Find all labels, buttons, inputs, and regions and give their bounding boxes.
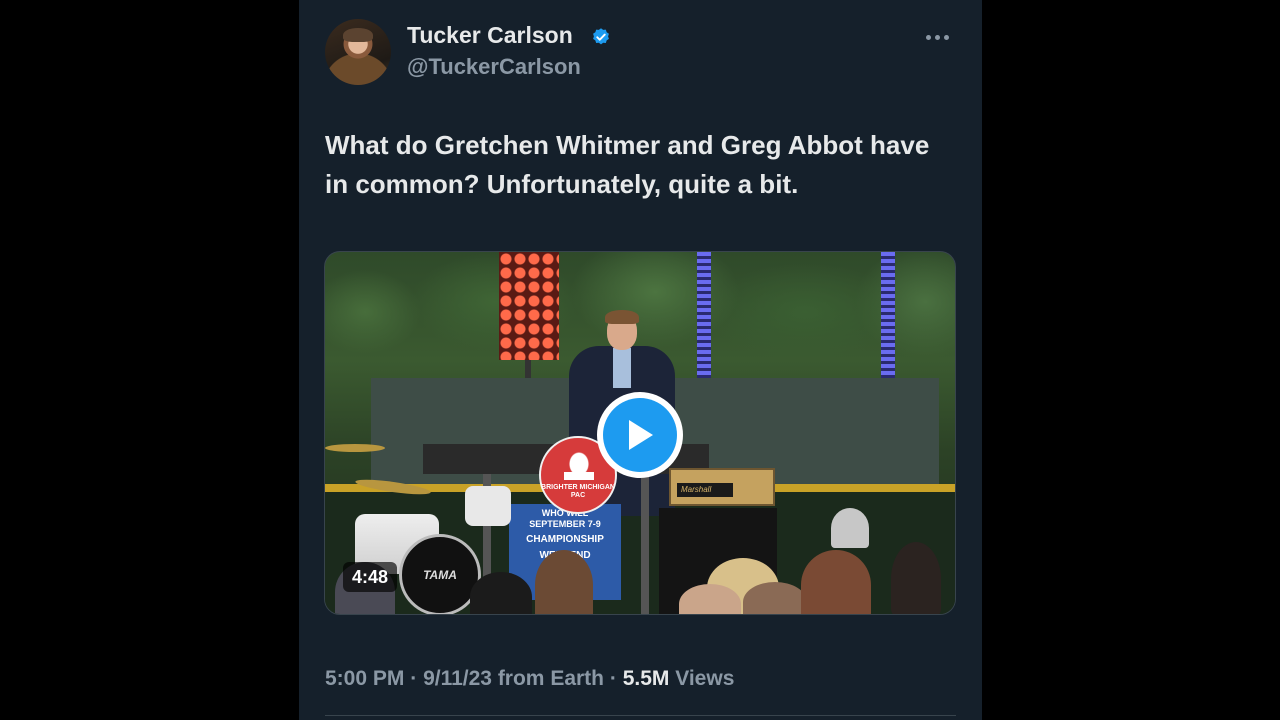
tweet-source: from Earth — [497, 667, 604, 690]
views-label: Views — [675, 667, 735, 690]
author-display-name[interactable]: Tucker Carlson — [407, 22, 573, 49]
sign-line: SEPTEMBER 7-9 — [529, 519, 601, 529]
video-scene-tom-drum — [465, 486, 511, 526]
video-player[interactable]: WHO WILL SEPTEMBER 7-9 CHAMPIONSHIP WEEK… — [324, 251, 956, 615]
avatar-hair — [343, 28, 373, 42]
tweet-date[interactable]: 9/11/23 — [423, 667, 492, 690]
tweet-metadata: 5:00 PM · 9/11/23 from Earth · 5.5M View… — [325, 667, 734, 691]
video-scene-crowd — [325, 508, 955, 614]
divider — [325, 715, 956, 716]
tweet-time[interactable]: 5:00 PM — [325, 667, 404, 690]
tweet-text: What do Gretchen Whitmer and Greg Abbot … — [325, 130, 930, 199]
pac-logo-text: BRIGHTER MICHIGAN PAC — [541, 484, 615, 499]
more-dot — [943, 34, 949, 40]
meta-separator: · — [609, 667, 617, 690]
author-avatar[interactable] — [325, 19, 391, 85]
play-button-circle — [603, 398, 677, 472]
more-dot — [925, 34, 931, 40]
video-scene-amp-head: Marshall — [669, 468, 775, 506]
play-button[interactable] — [597, 392, 683, 478]
speaker-shirt — [613, 348, 631, 388]
more-dot — [934, 34, 940, 40]
capitol-dome-icon — [564, 448, 594, 480]
views-count: 5.5M — [622, 667, 670, 690]
meta-separator: · — [410, 667, 418, 690]
video-scene-stadium-light — [499, 252, 559, 360]
play-icon — [629, 420, 653, 450]
author-handle[interactable]: @TuckerCarlson — [407, 54, 581, 80]
video-duration-badge: 4:48 — [343, 562, 398, 592]
tweet-card: Tucker Carlson @TuckerCarlson What do Gr… — [299, 0, 982, 720]
amp-brand-plate: Marshall — [677, 483, 733, 497]
speaker-hair — [605, 310, 639, 324]
video-scene-cymbal — [325, 444, 385, 452]
more-options-icon[interactable] — [919, 27, 955, 47]
verified-badge-icon — [593, 28, 609, 45]
